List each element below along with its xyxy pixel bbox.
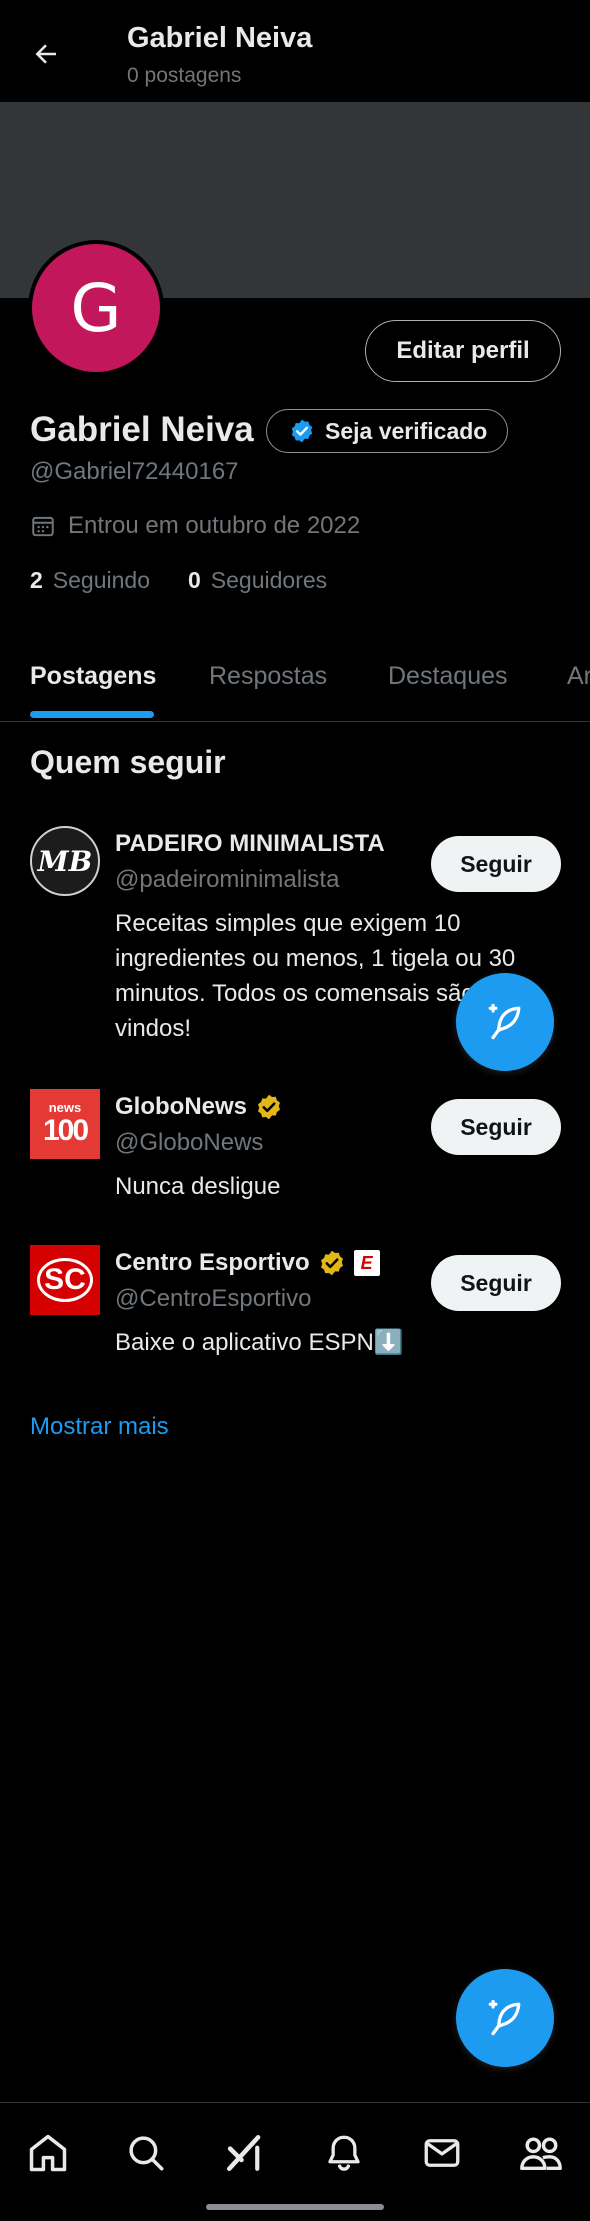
get-verified-label: Seja verificado <box>325 417 488 444</box>
nav-communities[interactable] <box>515 2127 567 2179</box>
compose-feather-icon <box>488 1999 521 2036</box>
avatar-main-text: 100 <box>42 1114 89 1147</box>
search-icon <box>129 2136 164 2171</box>
nav-notifications[interactable] <box>318 2127 370 2179</box>
messages-icon <box>424 2139 460 2167</box>
suggestion-bio: Baixe o aplicativo ESPN⬇️ <box>115 1329 404 1356</box>
communities-icon <box>520 2137 562 2171</box>
suggestion-name: GloboNews <box>115 1093 283 1121</box>
suggestion-name: Centro Esportivo E <box>115 1249 380 1277</box>
nav-grok[interactable] <box>219 2127 271 2179</box>
profile-tabs: Postagens Respostas Destaques Ar <box>0 640 590 722</box>
profile-name: Gabriel Neiva <box>30 410 254 449</box>
sc-logo-text: SC <box>37 1258 93 1302</box>
follow-button[interactable]: Seguir <box>431 1255 561 1311</box>
gold-verified-badge-icon <box>320 1250 343 1276</box>
header-post-count: 0 postagens <box>127 64 242 87</box>
show-more-link[interactable]: Mostrar mais <box>30 1413 169 1441</box>
edit-profile-button[interactable]: Editar perfil <box>365 320 561 382</box>
calendar-icon <box>32 516 54 537</box>
suggestion-handle: @CentroEsportivo <box>115 1285 312 1312</box>
home-icon <box>29 2134 67 2172</box>
tab-articles[interactable]: Ar <box>567 662 590 691</box>
header-title: Gabriel Neiva <box>127 22 313 54</box>
notifications-icon <box>328 2135 360 2171</box>
follow-button[interactable]: Seguir <box>431 1099 561 1155</box>
suggestion-bio: Nunca desligue <box>115 1173 281 1200</box>
get-verified-button[interactable]: Seja verificado <box>266 409 508 453</box>
follow-button[interactable]: Seguir <box>431 836 561 892</box>
profile-handle: @Gabriel72440167 <box>30 458 239 485</box>
nav-home[interactable] <box>22 2127 74 2179</box>
followers-link[interactable]: 0 Seguidores <box>188 567 327 594</box>
who-to-follow-title: Quem seguir <box>30 744 226 780</box>
suggestion-handle: @padeirominimalista <box>115 866 340 893</box>
profile-avatar[interactable]: G <box>28 240 164 376</box>
follow-stats: 2 Seguindo 0 Seguidores <box>30 567 327 594</box>
tab-highlights[interactable]: Destaques <box>388 662 508 691</box>
avatar-top-text: news <box>48 1100 82 1115</box>
joined-label: Entrou em outubro de 2022 <box>68 512 361 539</box>
nav-messages[interactable] <box>416 2127 468 2179</box>
verified-badge-icon <box>291 419 313 443</box>
grok-icon <box>226 2134 261 2172</box>
avatar[interactable]: news 100 <box>30 1089 100 1159</box>
nav-search[interactable] <box>120 2127 172 2179</box>
compose-feather-icon <box>488 1003 521 1040</box>
compose-post-button[interactable] <box>456 973 554 1071</box>
tab-replies[interactable]: Respostas <box>209 662 327 691</box>
tab-posts[interactable]: Postagens <box>30 662 156 691</box>
mb-logo-text: MB <box>37 844 93 878</box>
avatar[interactable]: SC <box>30 1245 100 1315</box>
top-bar: Gabriel Neiva 0 postagens <box>0 0 590 102</box>
avatar-letter: G <box>70 269 122 347</box>
arrow-left-icon <box>35 44 56 64</box>
avatar[interactable]: MB <box>30 826 100 896</box>
back-button[interactable] <box>22 30 70 78</box>
joined-date: Entrou em outubro de 2022 <box>30 512 360 540</box>
suggestion-handle: @GloboNews <box>115 1129 264 1156</box>
espn-affiliate-badge: E <box>353 1250 380 1276</box>
gold-verified-badge-icon <box>258 1094 280 1120</box>
following-link[interactable]: 2 Seguindo <box>30 567 150 594</box>
compose-post-button-bottom[interactable] <box>456 1969 554 2067</box>
active-tab-indicator <box>30 711 154 718</box>
home-indicator[interactable] <box>206 2204 384 2210</box>
suggestion-name: PADEIRO MINIMALISTA <box>115 830 385 857</box>
